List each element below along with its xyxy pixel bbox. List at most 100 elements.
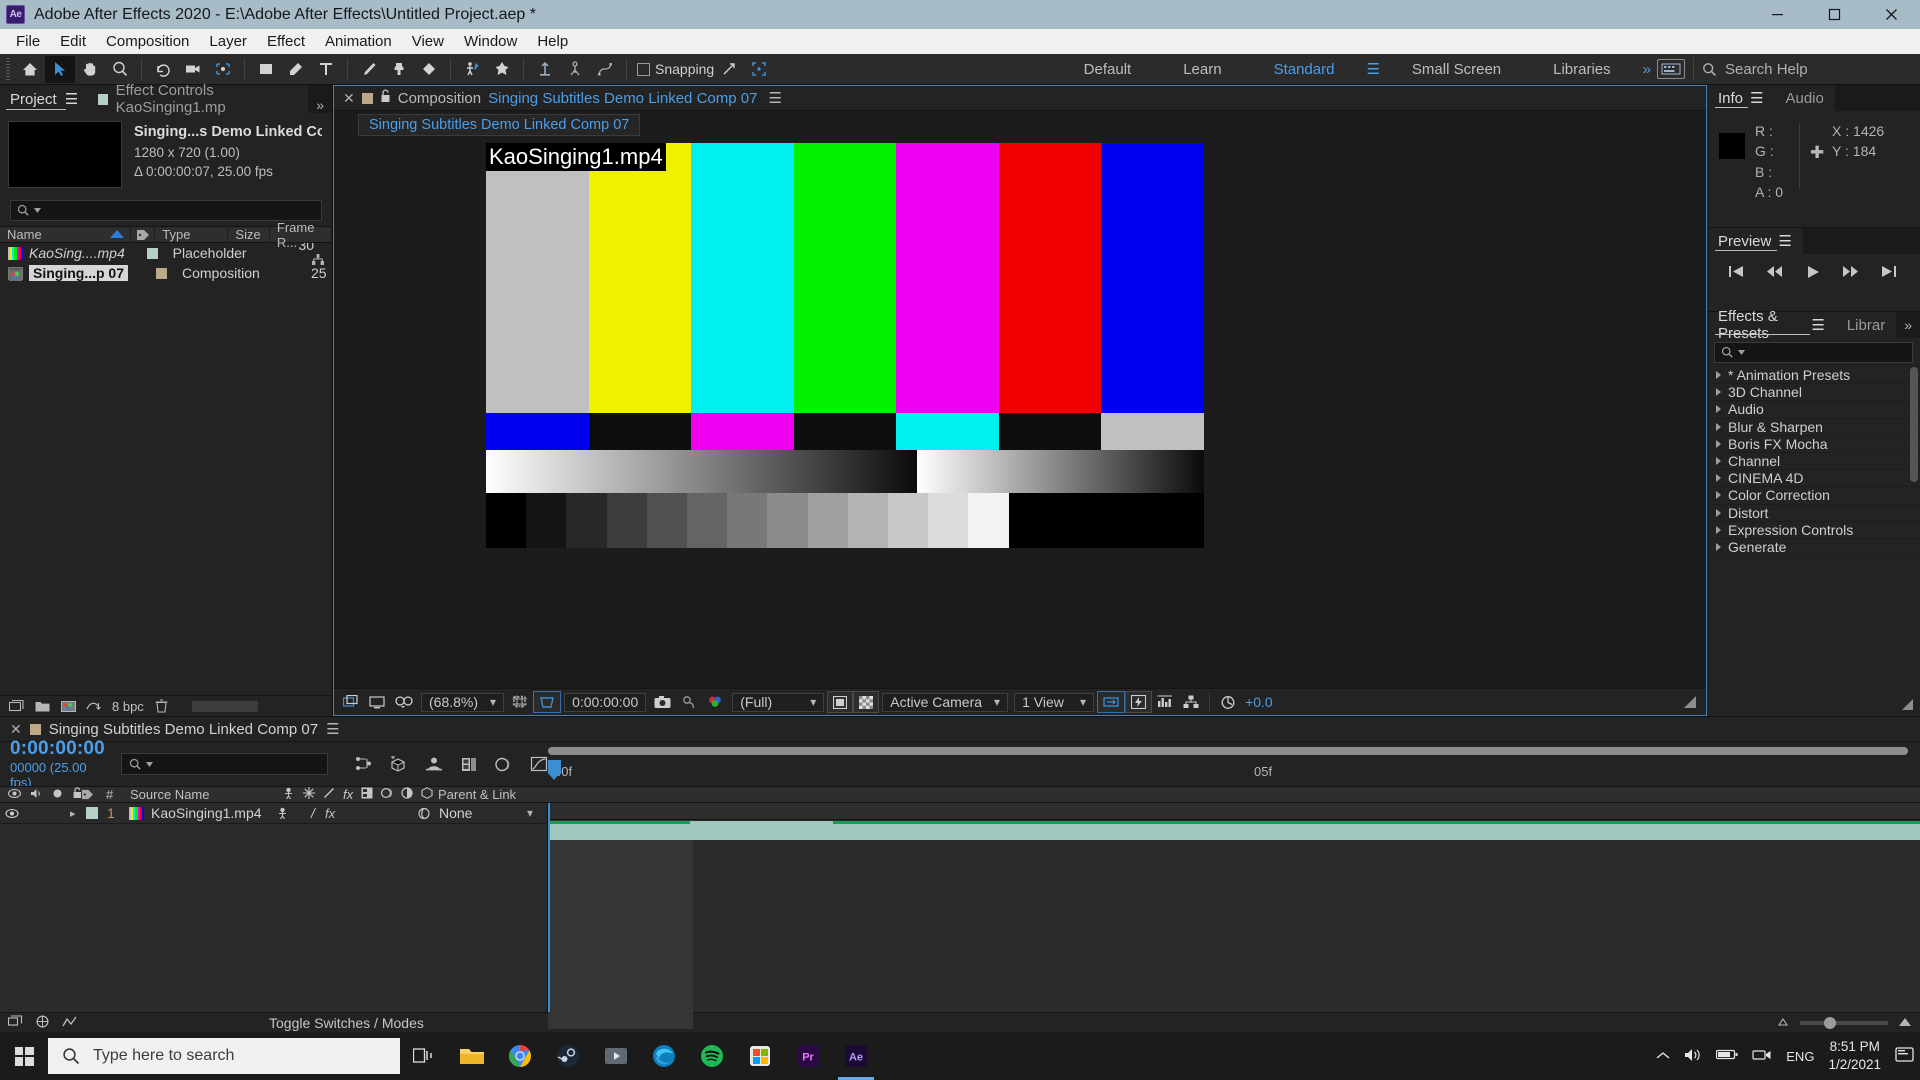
col-header-source-name[interactable]: Source Name	[130, 786, 282, 803]
battery-icon[interactable]	[1716, 1048, 1738, 1064]
workspace-menu-icon[interactable]: ☰	[1360, 60, 1385, 78]
table-row[interactable]: Singing...p 07 Composition 25	[0, 263, 332, 283]
maximize-icon[interactable]	[1806, 0, 1863, 29]
close-tab-icon[interactable]: ✕	[10, 721, 22, 738]
zoom-out-icon[interactable]	[1776, 1015, 1790, 1030]
new-folder-icon[interactable]	[34, 699, 50, 713]
frame-blend-icon[interactable]	[361, 787, 373, 802]
snapshot-icon[interactable]	[649, 691, 676, 713]
composition-mini-flowchart-icon[interactable]	[354, 755, 373, 774]
close-tab-icon[interactable]: ✕	[343, 90, 355, 107]
motion-path-icon[interactable]	[590, 56, 620, 83]
panel-resize-slider[interactable]	[192, 701, 258, 712]
pan-behind-tool-icon[interactable]	[208, 56, 238, 83]
snap-bounds-icon[interactable]	[744, 56, 774, 83]
col-header-name[interactable]: Name	[0, 226, 131, 243]
project-panel-menu-icon[interactable]: ☰	[65, 90, 78, 108]
snapping-toggle[interactable]: Snapping	[637, 61, 714, 77]
hand-tool-icon[interactable]	[75, 56, 105, 83]
solo-icon[interactable]	[52, 787, 63, 802]
fast-previews-icon[interactable]	[1125, 691, 1152, 713]
chevron-right-icon[interactable]	[1716, 440, 1721, 448]
list-item[interactable]: 3D Channel	[1707, 384, 1920, 401]
workspace-small-screen[interactable]: Small Screen	[1386, 54, 1527, 85]
brush-tool-icon[interactable]	[354, 56, 384, 83]
list-item[interactable]: Blur & Sharpen	[1707, 419, 1920, 436]
tab-effects-presets[interactable]: Effects & Presets ☰	[1707, 312, 1836, 338]
composition-panel-menu-icon[interactable]: ☰	[768, 89, 781, 107]
comp-flowchart-icon[interactable]	[1178, 691, 1204, 713]
shape-tool-icon[interactable]	[251, 56, 281, 83]
notifications-icon[interactable]	[1895, 1046, 1914, 1066]
timeline-ruler[interactable]: 00f 05f	[548, 742, 1920, 786]
chevron-right-icon[interactable]	[1716, 491, 1721, 499]
transparency-checkerboard-icon[interactable]	[853, 691, 879, 713]
work-area-bar[interactable]	[548, 747, 1908, 755]
menu-composition[interactable]: Composition	[96, 31, 199, 52]
col-header-label-tag[interactable]	[131, 226, 155, 243]
tab-info[interactable]: Info ☰	[1707, 85, 1774, 111]
taskbar-search-input[interactable]: Type here to search	[48, 1038, 400, 1074]
workspace-libraries[interactable]: Libraries	[1527, 54, 1637, 85]
layer-label-color[interactable]	[86, 807, 98, 819]
new-composition-icon[interactable]	[60, 699, 76, 713]
menu-layer[interactable]: Layer	[199, 31, 257, 52]
current-time-indicator[interactable]	[548, 760, 561, 774]
list-item[interactable]: Audio	[1707, 401, 1920, 418]
home-icon[interactable]	[15, 56, 45, 83]
layer-fx-toggle[interactable]: fx	[325, 806, 347, 821]
layer-duration-bar[interactable]	[548, 821, 1920, 840]
task-view-icon[interactable]	[400, 1032, 448, 1080]
network-icon[interactable]	[1752, 1047, 1772, 1066]
snapping-checkbox[interactable]	[637, 63, 650, 76]
list-item[interactable]: CINEMA 4D	[1707, 470, 1920, 487]
chevron-right-icon[interactable]	[1716, 474, 1721, 482]
chrome-icon[interactable]	[496, 1032, 544, 1080]
3d-glasses-icon[interactable]	[390, 691, 418, 713]
list-item[interactable]: * Animation Presets	[1707, 367, 1920, 384]
tab-audio[interactable]: Audio	[1774, 85, 1834, 111]
after-effects-icon[interactable]: Ae	[832, 1032, 880, 1080]
chevron-right-icon[interactable]	[1716, 405, 1721, 413]
chevron-right-icon[interactable]	[1716, 423, 1721, 431]
channels-icon[interactable]	[702, 691, 729, 713]
effects-scrollbar[interactable]	[1910, 367, 1918, 482]
first-frame-icon[interactable]	[1727, 263, 1746, 280]
zoom-level-select[interactable]: (68.8%) ▾	[421, 693, 504, 712]
audio-icon[interactable]	[30, 787, 43, 802]
menu-animation[interactable]: Animation	[315, 31, 402, 52]
project-tabs-overflow-icon[interactable]: »	[308, 97, 332, 113]
parent-pickwhip-icon[interactable]	[413, 807, 435, 820]
always-preview-icon[interactable]	[338, 691, 364, 713]
spotify-icon[interactable]	[688, 1032, 736, 1080]
enable-motion-blur-icon[interactable]	[494, 755, 513, 774]
file-explorer-icon[interactable]	[448, 1032, 496, 1080]
hide-shy-layers-icon[interactable]	[424, 755, 443, 774]
timeline-tab-label[interactable]: Singing Subtitles Demo Linked Comp 07	[49, 721, 318, 738]
col-header-size[interactable]: Size	[228, 226, 269, 243]
effects-list[interactable]: * Animation Presets 3D Channel Audio Blu…	[1707, 367, 1920, 696]
anchor-align-icon[interactable]	[530, 56, 560, 83]
edge-icon[interactable]	[640, 1032, 688, 1080]
puppet-tool-icon[interactable]	[487, 56, 517, 83]
layer-expand-icon[interactable]: ▸	[70, 807, 86, 820]
camera-select[interactable]: Active Camera ▾	[882, 693, 1008, 712]
chevron-right-icon[interactable]	[1716, 526, 1721, 534]
table-row[interactable]: ▸ 1 KaoSinging1.mp4 / fx None	[0, 803, 547, 824]
col-header-parent-link[interactable]: Parent & Link	[432, 786, 552, 803]
project-search-input[interactable]	[10, 200, 322, 221]
toolbar-grip[interactable]	[3, 58, 13, 80]
timeline-graph-icon[interactable]	[1152, 691, 1178, 713]
motion-blur-layer-icon[interactable]	[381, 787, 393, 802]
menu-window[interactable]: Window	[454, 31, 527, 52]
snap-arrow-icon[interactable]	[714, 56, 744, 83]
bit-depth-label[interactable]: 8 bpc	[112, 699, 144, 714]
next-frame-icon[interactable]	[1841, 263, 1860, 280]
col-header-index[interactable]: #	[106, 786, 130, 803]
premiere-pro-icon[interactable]: Pr	[784, 1032, 832, 1080]
start-button[interactable]	[0, 1032, 48, 1080]
selection-tool-icon[interactable]	[45, 56, 75, 83]
roto-brush-tool-icon[interactable]	[457, 56, 487, 83]
pixel-aspect-correction-icon[interactable]	[1097, 691, 1125, 713]
timeline-zoom-slider[interactable]	[1800, 1021, 1888, 1025]
